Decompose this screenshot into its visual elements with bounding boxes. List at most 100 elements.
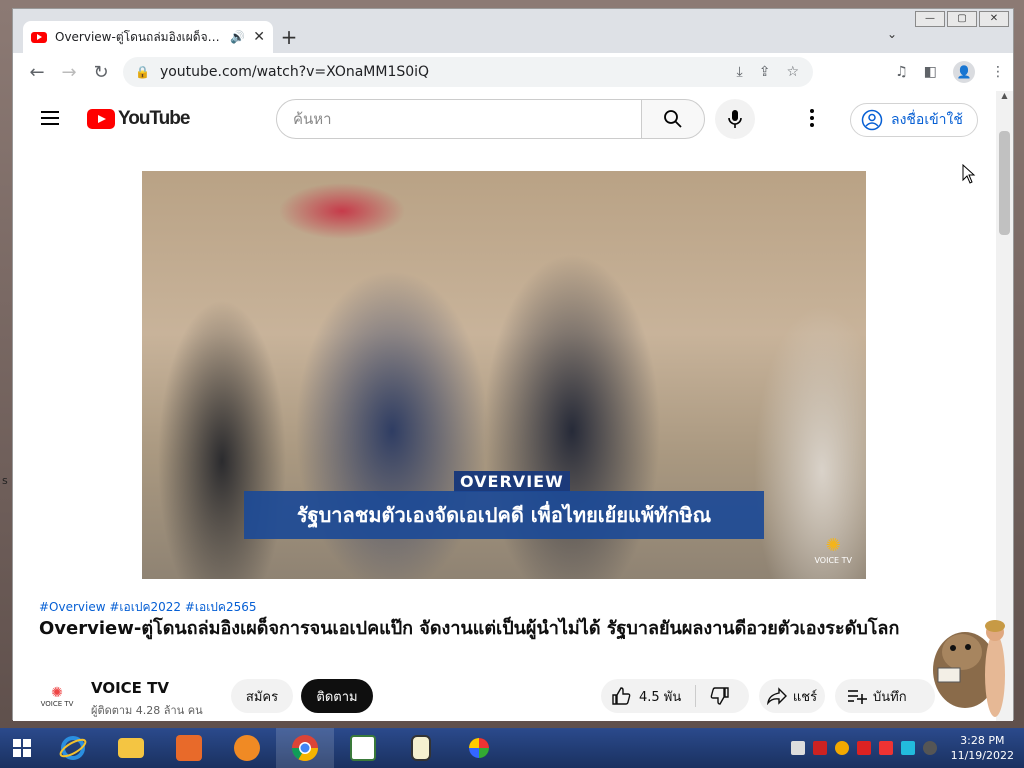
thumbs-down-icon[interactable] [710, 686, 730, 706]
taskbar-file-explorer[interactable] [102, 728, 160, 768]
install-app-icon[interactable]: ⤓ [737, 64, 743, 80]
folder-icon [118, 738, 144, 758]
video-title: Overview-ตู่โดนถล่มอิงเผด็จการจนเอเปคแป๊… [39, 618, 900, 639]
channel-name[interactable]: VOICE TV [91, 679, 169, 697]
thumbs-up-icon[interactable] [611, 686, 631, 706]
search-icon [664, 110, 682, 128]
signin-label: ลงชื่อเข้าใช้ [891, 112, 963, 128]
youtube-favicon-icon [31, 31, 47, 43]
reload-button[interactable]: ↻ [85, 62, 117, 83]
scrollbar-thumb[interactable] [999, 131, 1010, 235]
share-arrow-icon [766, 687, 787, 705]
taskbar-internet-explorer[interactable] [44, 728, 102, 768]
tray-search-icon[interactable] [834, 741, 849, 755]
start-button[interactable] [0, 728, 44, 768]
color-wheel-icon [469, 738, 489, 758]
tray-flag-icon[interactable] [856, 741, 871, 755]
browser-titlebar: Overview-ตู่โดนถล่มอิงเผด็จการ 🔊 ✕ + ⌄ —… [13, 9, 1013, 53]
video-overlay-caption: รัฐบาลชมตัวเองจัดเอเปคดี เพื่อไทยเย้ยแพ้… [244, 491, 764, 539]
youtube-logo[interactable]: YouTube [87, 108, 190, 130]
close-window-button[interactable]: ✕ [979, 11, 1009, 27]
browser-tab[interactable]: Overview-ตู่โดนถล่มอิงเผด็จการ 🔊 ✕ [23, 21, 273, 53]
channel-avatar[interactable]: ✺ VOICE TV [39, 679, 75, 715]
voicetv-star-icon: ✺ [825, 535, 841, 556]
add-to-playlist-icon [848, 690, 867, 704]
video-overlay-tag: OVERVIEW [454, 471, 570, 492]
document-app-icon [350, 735, 376, 761]
back-button[interactable]: ← [21, 62, 53, 83]
youtube-play-icon [87, 109, 115, 129]
browser-window: Overview-ตู่โดนถล่มอิงเผด็จการ 🔊 ✕ + ⌄ —… [12, 8, 1014, 721]
save-label: บันทึก [873, 689, 907, 705]
like-separator [695, 685, 697, 707]
internet-explorer-icon [59, 736, 87, 760]
desktop-edge-text: s [2, 474, 8, 487]
tab-search-chevron-icon[interactable]: ⌄ [887, 27, 897, 41]
share-label: แชร์ [792, 689, 818, 705]
minimize-button[interactable]: — [915, 11, 945, 27]
hamburger-menu-icon[interactable] [41, 111, 59, 125]
tray-speaker-icon[interactable] [922, 741, 937, 755]
video-player[interactable]: OVERVIEW รัฐบาลชมตัวเองจัดเอเปคดี เพื่อไ… [142, 171, 866, 579]
speaker-icon[interactable]: 🔊 [230, 30, 245, 44]
search-input[interactable]: ค้นหา [276, 99, 642, 139]
tab-close-icon[interactable]: ✕ [253, 29, 265, 45]
mouse-cursor-icon [962, 164, 976, 184]
account-circle-icon [861, 109, 883, 131]
voicetv-logo-icon: ✺ [51, 685, 63, 701]
tray-qr-icon[interactable] [790, 741, 805, 755]
taskbar-uc-browser[interactable] [218, 728, 276, 768]
uc-browser-icon [234, 735, 260, 761]
voice-search-button[interactable] [715, 99, 755, 139]
signin-button[interactable]: ลงชื่อเข้าใช้ [850, 103, 978, 137]
settings-kebab-icon[interactable] [810, 109, 814, 127]
tray-network-icon[interactable] [878, 741, 893, 755]
channel-row: ✺ VOICE TV VOICE TV ผู้ติดตาม 4.28 ล้าน … [39, 673, 959, 721]
tray-display-icon[interactable] [900, 741, 915, 755]
taskbar-chrome[interactable] [276, 728, 334, 768]
video-hashtags[interactable]: #Overview #เอเปค2022 #เอเปค2565 [39, 598, 256, 617]
taskbar-clock-app[interactable] [392, 728, 450, 768]
side-panel-icon[interactable]: ◧ [924, 64, 937, 80]
forward-button[interactable]: → [53, 62, 85, 83]
browser-menu-icon[interactable]: ⋮ [991, 64, 1005, 80]
clock-time: 3:28 PM [960, 734, 1005, 747]
scroll-up-arrow-icon[interactable]: ▲ [996, 91, 1013, 105]
tray-antivirus-icon[interactable] [812, 741, 827, 755]
youtube-logo-text: YouTube [118, 108, 190, 129]
search-button[interactable] [641, 99, 705, 139]
search-placeholder: ค้นหา [293, 110, 332, 128]
taskbar-media-player[interactable] [160, 728, 218, 768]
like-dislike-group: 4.5 พัน [601, 679, 749, 713]
system-tray: 3:28 PM 11/19/2022 [790, 728, 1024, 768]
new-tab-button[interactable]: + [277, 25, 301, 49]
microphone-icon [728, 110, 742, 128]
maximize-button[interactable]: ▢ [947, 11, 977, 27]
voicetv-watermark: ✺ VOICE TV [814, 535, 852, 565]
windows-logo-icon [13, 739, 31, 757]
taskbar-notepad-app[interactable] [334, 728, 392, 768]
url-text: youtube.com/watch?v=XOnaMM1S0iQ [159, 64, 430, 80]
address-bar[interactable]: 🔒 youtube.com/watch?v=XOnaMM1S0iQ ⤓ ⇪ ☆ [123, 57, 813, 87]
share-button[interactable]: แชร์ [759, 679, 825, 713]
chrome-icon [291, 735, 319, 762]
taskbar-color-app[interactable] [450, 728, 508, 768]
share-page-icon[interactable]: ⇪ [759, 64, 771, 80]
profile-avatar-icon[interactable]: 👤 [953, 61, 975, 83]
lock-icon[interactable]: 🔒 [135, 65, 150, 79]
tab-title: Overview-ตู่โดนถล่มอิงเผด็จการ [55, 29, 223, 44]
browser-toolbar: ← → ↻ 🔒 youtube.com/watch?v=XOnaMM1S0iQ … [13, 53, 1013, 91]
windows-taskbar: 3:28 PM 11/19/2022 [0, 728, 1024, 768]
youtube-header: YouTube ค้นหา ลงชื่อเข้าใช้ [13, 91, 998, 147]
taskbar-clock[interactable]: 3:28 PM 11/19/2022 [951, 733, 1014, 763]
media-control-icon[interactable]: ♫ [895, 64, 908, 80]
bookmark-star-icon[interactable]: ☆ [786, 64, 799, 80]
subscribe-button[interactable]: ติดตาม [301, 679, 373, 713]
clock-app-icon [411, 735, 431, 761]
watermark-text: VOICE TV [814, 556, 852, 565]
window-controls: — ▢ ✕ [915, 11, 1009, 27]
like-count[interactable]: 4.5 พัน [639, 686, 681, 707]
youtube-page: YouTube ค้นหา ลงชื่อเข้าใช้ OVERVIEW รัฐ… [13, 91, 998, 721]
avatar-text: VOICE TV [40, 700, 74, 708]
join-button[interactable]: สมัคร [231, 679, 293, 713]
